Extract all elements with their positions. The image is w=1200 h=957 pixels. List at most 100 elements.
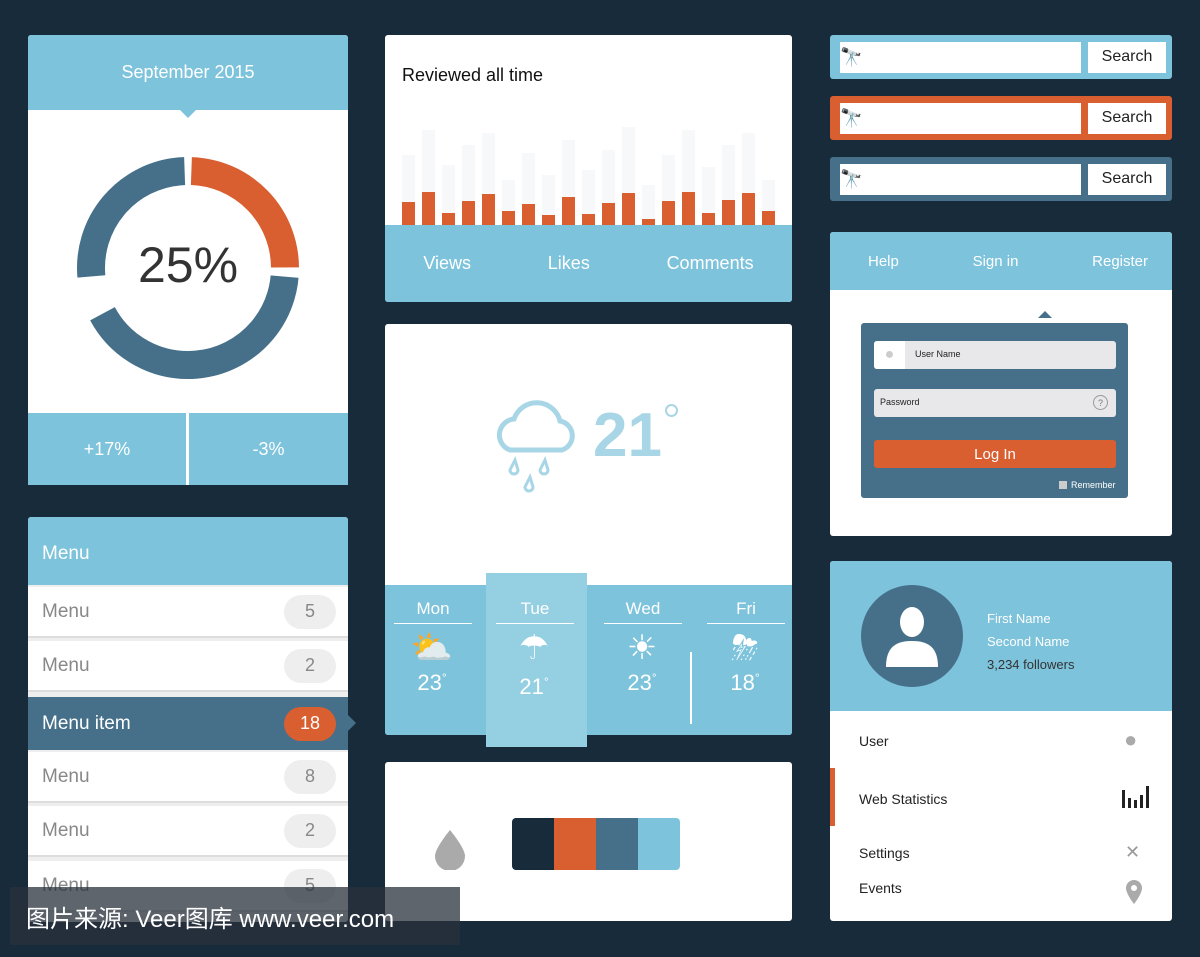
username-field[interactable]: ● User Name: [874, 341, 1116, 369]
tab-likes[interactable]: Likes: [548, 253, 590, 274]
water-drop-icon: [435, 830, 465, 870]
menu-item[interactable]: Menu 2: [28, 641, 348, 692]
search-input[interactable]: [840, 163, 1081, 195]
menu-item-count: 2: [284, 813, 336, 848]
profile-header: First Name Second Name 3,234 followers: [830, 561, 1172, 711]
cloud-rain-icon: [496, 400, 575, 493]
followers: 3,234 followers: [987, 657, 1075, 672]
username-placeholder: User Name: [915, 349, 961, 359]
active-indicator: [830, 768, 835, 826]
item-label: Settings: [859, 845, 910, 861]
sun-icon: ☀: [626, 629, 658, 667]
user-icon: ●: [874, 341, 905, 369]
avatar: [861, 585, 963, 687]
login-form: ● User Name Password ? Log In Remember: [861, 323, 1128, 498]
menu-item[interactable]: Menu 8: [28, 752, 348, 803]
color-swatch: [638, 818, 680, 870]
donut-percent: 25%: [137, 237, 239, 293]
remember-checkbox[interactable]: Remember: [1059, 480, 1116, 490]
header-pointer: [180, 110, 196, 118]
profile-item-settings[interactable]: Settings: [859, 845, 910, 861]
forecast-day[interactable]: Fri ⛈ 18°: [695, 585, 795, 696]
menu-item-count: 8: [284, 759, 336, 794]
day-name: Mon: [394, 599, 472, 624]
menu-item-label: Menu: [42, 654, 90, 676]
bar: [762, 211, 775, 225]
stat-left: +17%: [28, 413, 186, 485]
search-input[interactable]: [840, 102, 1081, 134]
profile-item-user[interactable]: User: [859, 733, 889, 749]
search-button[interactable]: Search: [1088, 163, 1166, 195]
login-pointer: [1038, 311, 1052, 318]
location-pin-icon: [1126, 880, 1142, 904]
second-name: Second Name: [987, 634, 1070, 649]
bar: [502, 211, 515, 225]
nav-register[interactable]: Register: [1092, 253, 1148, 270]
search-bar: 🔭 Search: [830, 96, 1172, 140]
review-bar-chart: [402, 127, 775, 225]
password-field[interactable]: Password ?: [874, 389, 1116, 417]
nav-help[interactable]: Help: [868, 253, 899, 270]
menu-item-count: 5: [284, 594, 336, 629]
menu-item[interactable]: Menu 5: [28, 587, 348, 638]
watermark-text: 图片来源: Veer图库 www.veer.com: [26, 905, 395, 933]
search-button[interactable]: Search: [1088, 102, 1166, 134]
item-label: Events: [859, 880, 902, 896]
review-title: Reviewed all time: [402, 65, 544, 85]
menu-item[interactable]: Menu 2: [28, 806, 348, 857]
first-name: First Name: [987, 611, 1051, 626]
forecast-day[interactable]: Tue ☂ 21°: [484, 585, 584, 700]
day-temp: 23°: [417, 670, 447, 695]
menu-item-label: Menu item: [42, 712, 131, 734]
day-temp: 21°: [519, 674, 549, 699]
checkbox-icon: [1059, 481, 1067, 489]
tab-views[interactable]: Views: [423, 253, 471, 274]
day-name: Fri: [707, 599, 785, 624]
menu-item[interactable]: Menu item 18: [28, 697, 356, 750]
menu-item-count: 2: [284, 648, 336, 683]
tab-comments[interactable]: Comments: [667, 253, 754, 274]
day-temp: 18°: [730, 670, 760, 695]
bar: [742, 193, 755, 225]
profile-item-web-statistics[interactable]: Web Statistics: [859, 791, 947, 807]
search-bar: 🔭 Search: [830, 157, 1172, 201]
menu-card: Menu Menu 5 Menu 2 Menu item 18 Menu 8 Menu 2 Menu…: [28, 517, 356, 922]
review-tabs: Views Likes Comments: [385, 225, 792, 302]
bar: [442, 213, 455, 225]
bar: [702, 213, 715, 225]
menu-item-count: 18: [284, 706, 336, 741]
stats-header: September 2015: [28, 35, 348, 110]
color-swatches: [512, 818, 680, 870]
watermark: 图片来源: Veer图库 www.veer.com: [10, 887, 460, 945]
bar: [682, 192, 695, 225]
bar: [542, 215, 555, 225]
item-label: User: [859, 733, 889, 749]
nav-sign-in[interactable]: Sign in: [973, 253, 1019, 270]
bar: [662, 201, 675, 225]
bar: [522, 204, 535, 225]
bar: [562, 197, 575, 225]
stats-title: September 2015: [121, 62, 255, 82]
day-name: Tue: [496, 599, 574, 624]
menu-item-label: Menu: [42, 819, 90, 841]
profile-item-events[interactable]: Events: [859, 880, 902, 896]
help-icon[interactable]: ?: [1093, 395, 1108, 410]
partly-cloudy-icon: ⛅: [410, 629, 454, 667]
search-button[interactable]: Search: [1088, 41, 1166, 73]
bar: [622, 193, 635, 225]
menu-title: Menu: [42, 543, 90, 564]
login-button[interactable]: Log In: [874, 440, 1116, 468]
login-nav: Help Sign in Register: [830, 232, 1172, 290]
forecast-day[interactable]: Wed ☀ 23°: [592, 585, 692, 696]
menu-item-label: Menu: [42, 765, 90, 787]
user-icon: ●: [1124, 727, 1138, 752]
search-input[interactable]: [840, 41, 1081, 73]
color-swatch: [554, 818, 596, 870]
password-placeholder: Password: [880, 397, 920, 407]
binoculars-icon: 🔭: [840, 168, 863, 189]
forecast-day[interactable]: Mon ⛅ 23°: [382, 585, 482, 696]
login-card: Help Sign in Register ● User Name Passwo…: [830, 232, 1172, 536]
stat-right: -3%: [189, 413, 348, 485]
person-icon: [886, 607, 938, 667]
remember-label: Remember: [1071, 480, 1116, 490]
